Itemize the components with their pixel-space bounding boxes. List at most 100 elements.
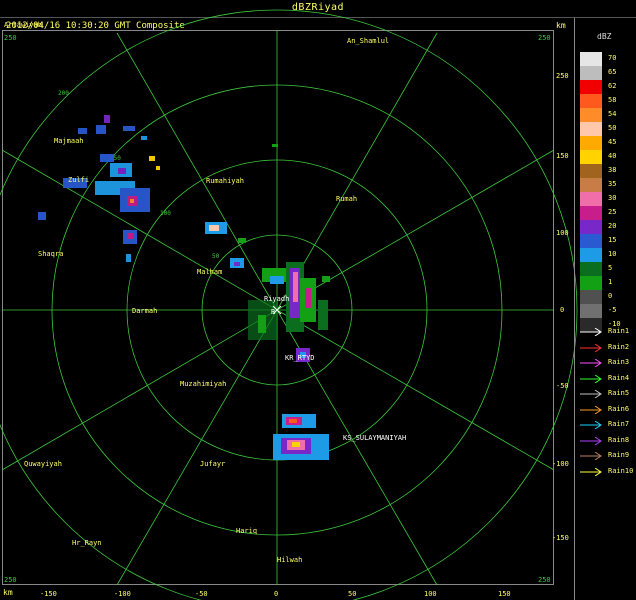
arrow-right-icon bbox=[580, 452, 602, 460]
arrow-right-icon bbox=[580, 390, 602, 398]
legend-swatch bbox=[580, 164, 602, 178]
y-tick: -50 bbox=[556, 382, 569, 390]
rain-layer-toggle-2[interactable]: Rain2 bbox=[580, 342, 636, 354]
place-label-artawiyah: Artawiyah bbox=[4, 21, 42, 29]
legend-swatch bbox=[580, 66, 602, 80]
place-label-rumah: Rumah bbox=[336, 195, 357, 203]
rain-layer-toggle-6[interactable]: Rain6 bbox=[580, 404, 636, 416]
legend-label: 10 bbox=[608, 250, 617, 258]
legend-item: 62 bbox=[580, 80, 634, 94]
y-tick: -150 bbox=[552, 534, 569, 542]
legend-swatch bbox=[580, 234, 602, 248]
legend-swatch bbox=[580, 192, 602, 206]
legend-swatch bbox=[580, 206, 602, 220]
rain-layer-toggle-4[interactable]: Rain4 bbox=[580, 373, 636, 385]
place-label-hilwah: Hilwah bbox=[277, 556, 302, 564]
legend-swatch bbox=[580, 304, 602, 318]
rain-layer-label: Rain2 bbox=[608, 342, 630, 351]
legend-swatch bbox=[580, 262, 602, 276]
spoke-60 bbox=[276, 149, 555, 311]
legend-label: 15 bbox=[608, 236, 617, 244]
x-tick: -100 bbox=[114, 590, 131, 598]
place-label-riyadh: Riyadh bbox=[264, 295, 289, 303]
rain-layer-toggle-10[interactable]: Rain10 bbox=[580, 466, 636, 478]
y-tick: -100 bbox=[552, 460, 569, 468]
legend-item: 40 bbox=[580, 150, 634, 164]
ring-label-50: 50 bbox=[212, 253, 220, 260]
rain-layer-toggle-9[interactable]: Rain9 bbox=[580, 450, 636, 462]
legend-item: 65 bbox=[580, 66, 634, 80]
y-tick: 0 bbox=[560, 306, 564, 314]
reflectivity-echoes bbox=[38, 115, 330, 460]
rain-layer-toggle-5[interactable]: Rain5 bbox=[580, 388, 636, 400]
legend-item: 20 bbox=[580, 220, 634, 234]
y-tick: 100 bbox=[556, 229, 569, 237]
place-label-hariq: Hariq bbox=[236, 527, 257, 535]
radar-map[interactable]: 50 100 150 200 250 250 250 250 -150 -100… bbox=[0, 0, 636, 600]
x-tick: 0 bbox=[274, 590, 278, 598]
x-tick: 50 bbox=[348, 590, 356, 598]
legend-swatch bbox=[580, 150, 602, 164]
legend-item: -5 bbox=[580, 304, 634, 318]
legend-label: 38 bbox=[608, 166, 617, 174]
corner-label-bl: 250 bbox=[4, 576, 17, 584]
legend-item: 30 bbox=[580, 192, 634, 206]
legend-swatch bbox=[580, 94, 602, 108]
rain-layer-label: Rain8 bbox=[608, 435, 630, 444]
legend-label: 30 bbox=[608, 194, 617, 202]
arrow-right-icon bbox=[580, 328, 602, 336]
legend-item: 15 bbox=[580, 234, 634, 248]
ring-label-100: 100 bbox=[160, 210, 171, 217]
place-label-ks-sulaymaniyah: KS_SULAYMANIYAH bbox=[343, 434, 406, 442]
legend-title: dBZ bbox=[597, 32, 612, 41]
rain-layer-label: Rain6 bbox=[608, 404, 630, 413]
rain-layer-toggle-7[interactable]: Rain7 bbox=[580, 419, 636, 431]
legend-item: 58 bbox=[580, 94, 634, 108]
legend-label: 58 bbox=[608, 96, 617, 104]
rain-layer-toggle-3[interactable]: Rain3 bbox=[580, 357, 636, 369]
rain-layer-label: Rain3 bbox=[608, 358, 630, 366]
legend-label: 70 bbox=[608, 54, 617, 62]
arrow-right-icon bbox=[580, 359, 602, 367]
legend-item: 50 bbox=[580, 122, 634, 136]
legend-item: 0 bbox=[580, 290, 634, 304]
rain-layer-label: Rain1 bbox=[608, 327, 630, 335]
legend-label: 35 bbox=[608, 180, 617, 188]
place-label-quwayiyah: Quwayiyah bbox=[24, 460, 62, 468]
corner-label-tl: 250 bbox=[4, 34, 17, 42]
rain-layer-toggle-1[interactable]: Rain1 bbox=[580, 326, 636, 338]
x-axis-ticks: -150 -100 -50 0 50 100 150 bbox=[40, 590, 511, 598]
place-label-muzahimiyah: Muzahimiyah bbox=[180, 380, 226, 388]
x-tick: 100 bbox=[424, 590, 437, 598]
y-axis-ticks: 250 150 100 0 -50 -100 -150 bbox=[552, 72, 569, 542]
legend-swatch bbox=[580, 276, 602, 290]
x-tick: -50 bbox=[195, 590, 208, 598]
legend-swatch bbox=[580, 52, 602, 66]
corner-label-br: 250 bbox=[538, 576, 551, 584]
legend-label: 65 bbox=[608, 68, 617, 76]
rain-layer-toggle-8[interactable]: Rain8 bbox=[580, 435, 636, 447]
legend-item: 54 bbox=[580, 108, 634, 122]
legend-label: -5 bbox=[608, 306, 617, 314]
legend-swatch bbox=[580, 122, 602, 136]
place-label-an-shamlul: An_Shamlul bbox=[347, 37, 389, 45]
legend-label: 20 bbox=[608, 222, 617, 230]
legend-label: 54 bbox=[608, 110, 617, 118]
y-tick: 250 bbox=[556, 72, 569, 80]
rain-layer-label: Rain7 bbox=[608, 420, 630, 428]
corner-label-tr: 250 bbox=[538, 34, 551, 42]
arrow-right-icon bbox=[580, 436, 602, 445]
legend-item: 70 bbox=[580, 52, 634, 66]
y-tick: 150 bbox=[556, 152, 569, 160]
rain-layer-label: Rain10 bbox=[608, 466, 634, 475]
legend-swatch bbox=[580, 220, 602, 234]
legend-label: 0 bbox=[608, 292, 613, 300]
legend-swatch bbox=[580, 248, 602, 262]
place-label-malham: Malham bbox=[197, 268, 222, 276]
place-label-zulfi: Zulfi bbox=[68, 176, 89, 184]
arrow-right-icon bbox=[580, 405, 602, 414]
rain-layer-label: Rain5 bbox=[608, 389, 630, 397]
legend-label: 25 bbox=[608, 208, 617, 216]
arrow-right-icon bbox=[580, 374, 602, 383]
legend-label: 62 bbox=[608, 82, 617, 90]
